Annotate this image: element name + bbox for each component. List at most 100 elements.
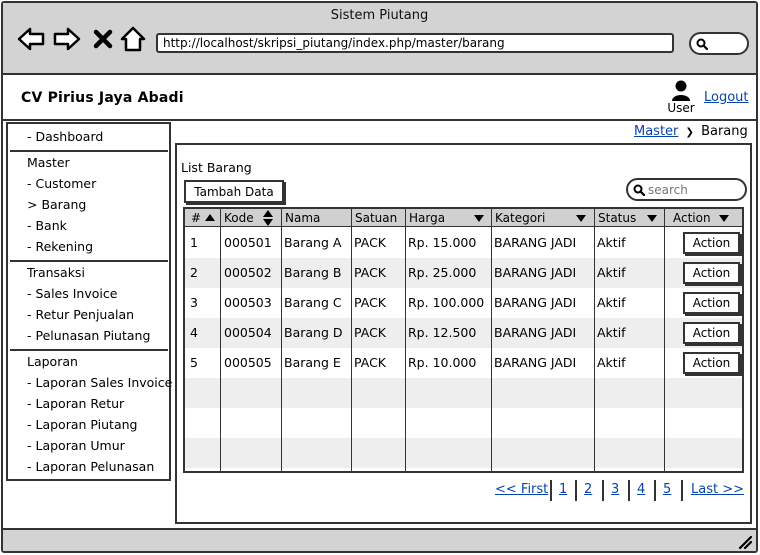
col-header-harga[interactable]: Harga bbox=[406, 209, 445, 227]
user-menu: User bbox=[663, 80, 699, 115]
back-arrow-icon[interactable] bbox=[17, 25, 45, 53]
cell-no: 2 bbox=[190, 265, 198, 280]
sidebar-divider bbox=[10, 349, 168, 351]
col-header-kode[interactable]: Kode bbox=[221, 209, 254, 227]
sidebar-item-laporan-sales-invoice[interactable]: - Laporan Sales Invoice bbox=[27, 375, 172, 390]
dropdown-arrow-icon[interactable] bbox=[576, 215, 586, 222]
sidebar-item-laporan-umur[interactable]: - Laporan Umur bbox=[27, 438, 125, 453]
col-header-action[interactable]: Action bbox=[670, 209, 711, 227]
cell-no: 3 bbox=[190, 295, 198, 310]
cell-kategori: BARANG JADI bbox=[494, 295, 577, 310]
app-header: CV Pirius Jaya Abadi User Logout bbox=[3, 77, 756, 121]
cell-harga: Rp. 15.000 bbox=[408, 235, 477, 250]
cell-nama: Barang C bbox=[284, 295, 342, 310]
sidebar-item-laporan-piutang[interactable]: - Laporan Piutang bbox=[27, 417, 137, 432]
row-action-button[interactable]: Action bbox=[683, 292, 740, 314]
column-divider bbox=[281, 209, 282, 471]
table-row-empty bbox=[185, 408, 742, 438]
page-2-link[interactable]: 2 bbox=[584, 482, 592, 497]
add-data-button[interactable]: Tambah Data bbox=[184, 180, 284, 203]
forward-arrow-icon[interactable] bbox=[53, 25, 81, 53]
sort-down-icon[interactable] bbox=[263, 219, 273, 226]
first-page-link[interactable]: << First bbox=[495, 482, 548, 497]
breadcrumb-master-link[interactable]: Master bbox=[634, 124, 678, 139]
pagination-divider bbox=[575, 480, 577, 501]
col-header-satuan[interactable]: Satuan bbox=[352, 209, 397, 227]
browser-window: Sistem Piutang http://localhost/skripsi_… bbox=[1, 1, 758, 553]
cell-satuan: PACK bbox=[354, 295, 386, 310]
table-search[interactable] bbox=[626, 178, 747, 201]
page-1-link[interactable]: 1 bbox=[559, 482, 567, 497]
cell-kode: 000501 bbox=[224, 235, 272, 250]
table-row: 1 000501 Barang A PACK Rp. 15.000 BARANG… bbox=[185, 228, 742, 258]
cell-nama: Barang B bbox=[284, 265, 342, 280]
cell-nama: Barang D bbox=[284, 325, 343, 340]
sidebar-item-dashboard[interactable]: - Dashboard bbox=[27, 129, 103, 144]
home-icon[interactable] bbox=[119, 25, 147, 53]
column-divider bbox=[351, 209, 352, 471]
table-row: 4 000504 Barang D PACK Rp. 12.500 BARANG… bbox=[185, 318, 742, 348]
cell-kategori: BARANG JADI bbox=[494, 235, 577, 250]
pagination-divider bbox=[681, 480, 683, 501]
sidebar-item-laporan-pelunasan[interactable]: - Laporan Pelunasan bbox=[27, 459, 154, 474]
sidebar-item-barang[interactable]: > Barang bbox=[27, 197, 86, 212]
page-5-link[interactable]: 5 bbox=[663, 482, 671, 497]
table-header: # Kode Nama Satuan Harga Kategori Status… bbox=[185, 209, 742, 227]
table-row: 5 000505 Barang E PACK Rp. 10.000 BARANG… bbox=[185, 348, 742, 378]
cell-kode: 000504 bbox=[224, 325, 272, 340]
browser-search-field[interactable] bbox=[689, 32, 749, 55]
last-page-link[interactable]: Last >> bbox=[691, 482, 744, 497]
close-x-icon[interactable] bbox=[91, 25, 115, 53]
sidebar-item-bank[interactable]: - Bank bbox=[27, 218, 67, 233]
row-action-button[interactable]: Action bbox=[683, 322, 740, 344]
dropdown-arrow-icon[interactable] bbox=[647, 215, 657, 222]
row-action-button[interactable]: Action bbox=[683, 232, 740, 254]
sort-up-icon[interactable] bbox=[263, 210, 273, 217]
cell-nama: Barang E bbox=[284, 355, 341, 370]
browser-toolbar: Sistem Piutang http://localhost/skripsi_… bbox=[3, 3, 756, 75]
sidebar-heading-transaksi: Transaksi bbox=[27, 265, 85, 280]
column-divider bbox=[220, 209, 221, 471]
sidebar-item-retur-penjualan[interactable]: - Retur Penjualan bbox=[27, 307, 134, 322]
pagination-divider bbox=[602, 480, 604, 501]
page-title: List Barang bbox=[181, 160, 252, 175]
search-input[interactable] bbox=[648, 181, 740, 198]
sidebar-item-customer[interactable]: - Customer bbox=[27, 176, 96, 191]
col-header-no[interactable]: # bbox=[188, 209, 201, 227]
cell-no: 1 bbox=[190, 235, 198, 250]
dropdown-arrow-icon[interactable] bbox=[474, 215, 484, 222]
status-bar bbox=[3, 528, 756, 551]
logout-link[interactable]: Logout bbox=[704, 90, 749, 105]
chevron-right-icon: ❯ bbox=[685, 127, 694, 138]
cell-nama: Barang A bbox=[284, 235, 342, 250]
cell-satuan: PACK bbox=[354, 265, 386, 280]
cell-satuan: PACK bbox=[354, 355, 386, 370]
column-divider bbox=[594, 209, 595, 471]
sidebar-item-pelunasan-piutang[interactable]: - Pelunasan Piutang bbox=[27, 328, 150, 343]
cell-satuan: PACK bbox=[354, 325, 386, 340]
col-header-kategori[interactable]: Kategori bbox=[492, 209, 545, 227]
cell-no: 5 bbox=[190, 355, 198, 370]
page-3-link[interactable]: 3 bbox=[611, 482, 619, 497]
sidebar-divider bbox=[10, 150, 168, 152]
dropdown-arrow-icon[interactable] bbox=[719, 215, 729, 222]
url-bar[interactable]: http://localhost/skripsi_piutang/index.p… bbox=[156, 33, 674, 53]
sidebar-item-sales-invoice[interactable]: - Sales Invoice bbox=[27, 286, 117, 301]
barang-table: # Kode Nama Satuan Harga Kategori Status… bbox=[183, 207, 744, 473]
row-action-button[interactable]: Action bbox=[683, 352, 740, 374]
sort-up-icon[interactable] bbox=[205, 214, 215, 221]
sidebar-item-laporan-retur[interactable]: - Laporan Retur bbox=[27, 396, 124, 411]
col-header-status[interactable]: Status bbox=[595, 209, 636, 227]
column-divider bbox=[405, 209, 406, 471]
col-header-nama[interactable]: Nama bbox=[282, 209, 320, 227]
resize-grip-icon[interactable] bbox=[736, 533, 752, 549]
cell-status: Aktif bbox=[597, 295, 626, 310]
cell-harga: Rp. 12.500 bbox=[408, 325, 477, 340]
sidebar-item-rekening[interactable]: - Rekening bbox=[27, 239, 93, 254]
row-action-button[interactable]: Action bbox=[683, 262, 740, 284]
sidebar-heading-laporan: Laporan bbox=[27, 354, 78, 369]
cell-harga: Rp. 25.000 bbox=[408, 265, 477, 280]
cell-kategori: BARANG JADI bbox=[494, 265, 577, 280]
user-icon bbox=[672, 80, 690, 101]
page-4-link[interactable]: 4 bbox=[637, 482, 645, 497]
